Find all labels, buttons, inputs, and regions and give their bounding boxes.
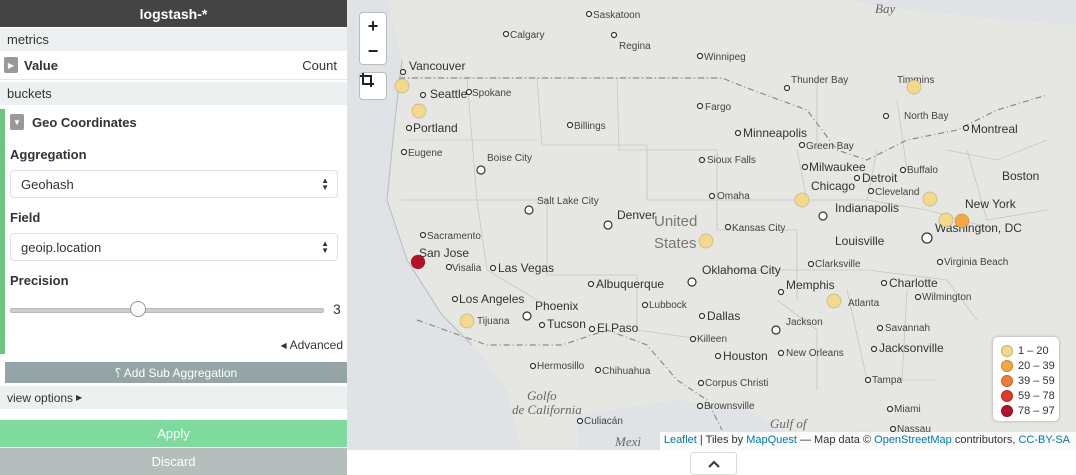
attribution-text: contributors, [951,434,1019,446]
map-attribution: Leaflet | Tiles by MapQuest — Map data ©… [659,432,1076,450]
discard-button[interactable]: Discard [0,448,347,475]
legend-item: 20 – 39 [1001,358,1059,373]
precision-label: Precision [10,273,69,288]
aggregation-selected: Geohash [21,176,74,192]
leaflet-link[interactable]: Leaflet [664,434,697,446]
buckets-section-label: buckets [0,82,347,105]
slider-thumb[interactable] [130,301,146,317]
metric-aggregation: Count [302,57,337,73]
field-label: Field [10,210,41,225]
metric-name: Value [24,57,58,73]
add-sub-aggregation-button[interactable]: ⸮ Add Sub Aggregation [5,362,347,383]
select-arrows-icon: ▲ ▼ [321,176,329,192]
bucket-title: Geo Coordinates [32,114,137,130]
apply-button[interactable]: Apply [0,420,347,447]
legend-swatch [1001,359,1013,372]
legend-item: 39 – 59 [1001,373,1059,388]
view-options-toggle[interactable]: view options ▶ [0,386,347,409]
map-canvas[interactable]: Bay Saskatoon Calgary Regina Winnipeg Th… [347,0,1076,450]
legend-item: 78 – 97 [1001,403,1059,418]
legend-swatch [1001,389,1013,402]
aggregation-label: Aggregation [10,147,87,162]
license-link[interactable]: CC-BY-SA [1018,434,1070,446]
geo-coordinates-header[interactable]: ▼ Geo Coordinates [10,109,347,135]
legend-label: 39 – 59 [1018,374,1055,387]
zoom-in-button[interactable]: + [359,12,387,40]
osm-link[interactable]: OpenStreetMap [874,434,952,446]
legend-item: 1 – 20 [1001,343,1059,358]
geo-coordinates-bucket: ▼ Geo Coordinates Aggregation Geohash ▲ ▼… [0,109,347,354]
caret-left-icon: ◀ [280,340,287,350]
advanced-label: Advanced [289,338,343,352]
visualize-sidebar: logstash-* metrics ▶ Value Count buckets… [0,0,347,475]
precision-value: 3 [333,301,341,317]
metrics-section-label: metrics [0,28,347,51]
aggregation-select[interactable]: Geohash ▲ ▼ [10,170,338,198]
field-select[interactable]: geoip.location ▲ ▼ [10,233,338,261]
metric-value-row[interactable]: ▶ Value Count [0,51,347,80]
legend-item: 59 – 78 [1001,388,1059,403]
slider-track[interactable] [10,308,324,313]
select-arrows-icon: ▲ ▼ [321,239,329,255]
expand-caret-icon[interactable]: ▶ [4,57,18,73]
map-tiles [347,0,1076,450]
attribution-text: | Tiles by [696,434,747,446]
zoom-out-button[interactable]: − [359,38,387,65]
legend-label: 59 – 78 [1018,389,1055,402]
field-selected: geoip.location [21,239,102,255]
map-legend: 1 – 20 20 – 39 39 – 59 59 – 78 78 – 97 [993,337,1059,421]
legend-swatch [1001,374,1013,387]
view-options-label: view options [7,390,74,405]
collapse-caret-icon[interactable]: ▼ [10,114,24,130]
legend-swatch [1001,344,1013,357]
chevron-up-icon[interactable] [690,452,737,475]
crop-icon[interactable] [359,72,387,100]
legend-label: 78 – 97 [1018,404,1055,417]
attribution-text: — Map data © [796,434,875,446]
bottom-bar [347,450,1076,475]
legend-swatch [1001,404,1013,417]
index-pattern-title: logstash-* [0,0,347,27]
precision-slider[interactable]: 3 [10,296,347,322]
caret-right-icon: ▶ [76,393,83,402]
mapquest-link[interactable]: MapQuest [746,434,797,446]
advanced-toggle[interactable]: ◀ Advanced [280,338,343,352]
legend-label: 20 – 39 [1018,359,1055,372]
legend-label: 1 – 20 [1018,344,1049,357]
